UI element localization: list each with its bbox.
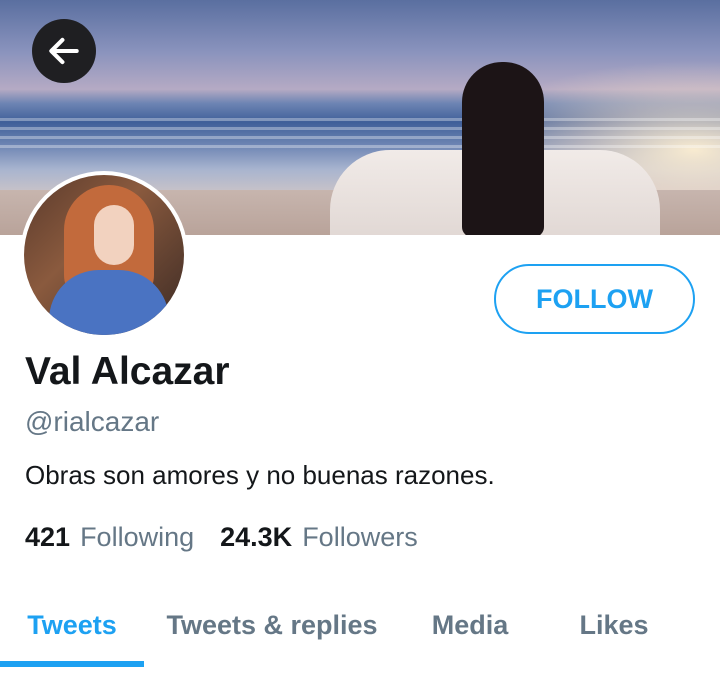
profile-name: Val Alcazar <box>25 350 230 393</box>
profile-tabs: Tweets Tweets & replies Media Likes <box>0 585 720 673</box>
tab-tweets[interactable]: Tweets <box>0 585 144 665</box>
banner-surf <box>0 118 720 148</box>
followers-stat[interactable]: 24.3K Followers <box>220 522 418 553</box>
followers-count: 24.3K <box>220 522 293 552</box>
tab-tweets-replies[interactable]: Tweets & replies <box>152 585 392 665</box>
profile-bio: Obras son amores y no buenas razones. <box>25 460 495 490</box>
following-count: 421 <box>25 522 71 552</box>
tab-media[interactable]: Media <box>410 585 530 665</box>
arrow-left-icon <box>49 37 79 65</box>
back-button[interactable] <box>32 19 96 83</box>
avatar-image <box>24 175 184 335</box>
profile-handle: @rialcazar <box>25 406 160 437</box>
profile-stats: 421 Following 24.3K Followers <box>25 522 418 553</box>
follow-button[interactable]: FOLLOW <box>494 264 695 334</box>
tab-likes[interactable]: Likes <box>556 585 672 665</box>
banner-person-hair <box>462 62 544 235</box>
followers-label: Followers <box>302 522 418 552</box>
following-label: Following <box>80 522 195 552</box>
active-tab-indicator <box>0 661 144 667</box>
avatar[interactable] <box>20 171 188 339</box>
following-stat[interactable]: 421 Following <box>25 522 194 553</box>
